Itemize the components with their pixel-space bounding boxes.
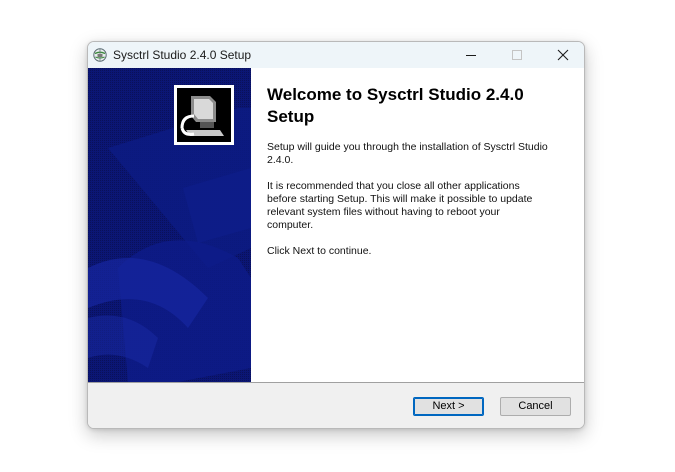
cancel-button[interactable]: Cancel (500, 397, 571, 416)
minimize-icon (466, 55, 476, 56)
recommendation-paragraph: It is recommended that you close all oth… (267, 180, 533, 231)
close-button[interactable] (540, 42, 584, 68)
title-bar[interactable]: Sysctrl Studio 2.4.0 Setup (88, 42, 584, 68)
minimize-button[interactable] (448, 42, 494, 68)
close-icon (557, 49, 569, 61)
welcome-content: Welcome to Sysctrl Studio 2.4.0 Setup Se… (267, 84, 567, 257)
welcome-heading: Welcome to Sysctrl Studio 2.4.0 Setup (267, 85, 524, 126)
button-bar: Next > Cancel (88, 382, 584, 428)
banner-artwork (88, 68, 251, 382)
computer-installer-icon (174, 85, 234, 145)
continue-instruction: Click Next to continue. (267, 245, 372, 257)
maximize-button[interactable] (494, 42, 540, 68)
setup-window: Sysctrl Studio 2.4.0 Setup Welcome to Sy… (87, 41, 585, 429)
maximize-icon (512, 50, 522, 60)
installer-globe-icon (93, 48, 107, 62)
intro-paragraph: Setup will guide you through the install… (267, 141, 548, 166)
next-button[interactable]: Next > (413, 397, 484, 416)
window-title: Sysctrl Studio 2.4.0 Setup (113, 48, 252, 62)
installer-banner (88, 68, 251, 382)
